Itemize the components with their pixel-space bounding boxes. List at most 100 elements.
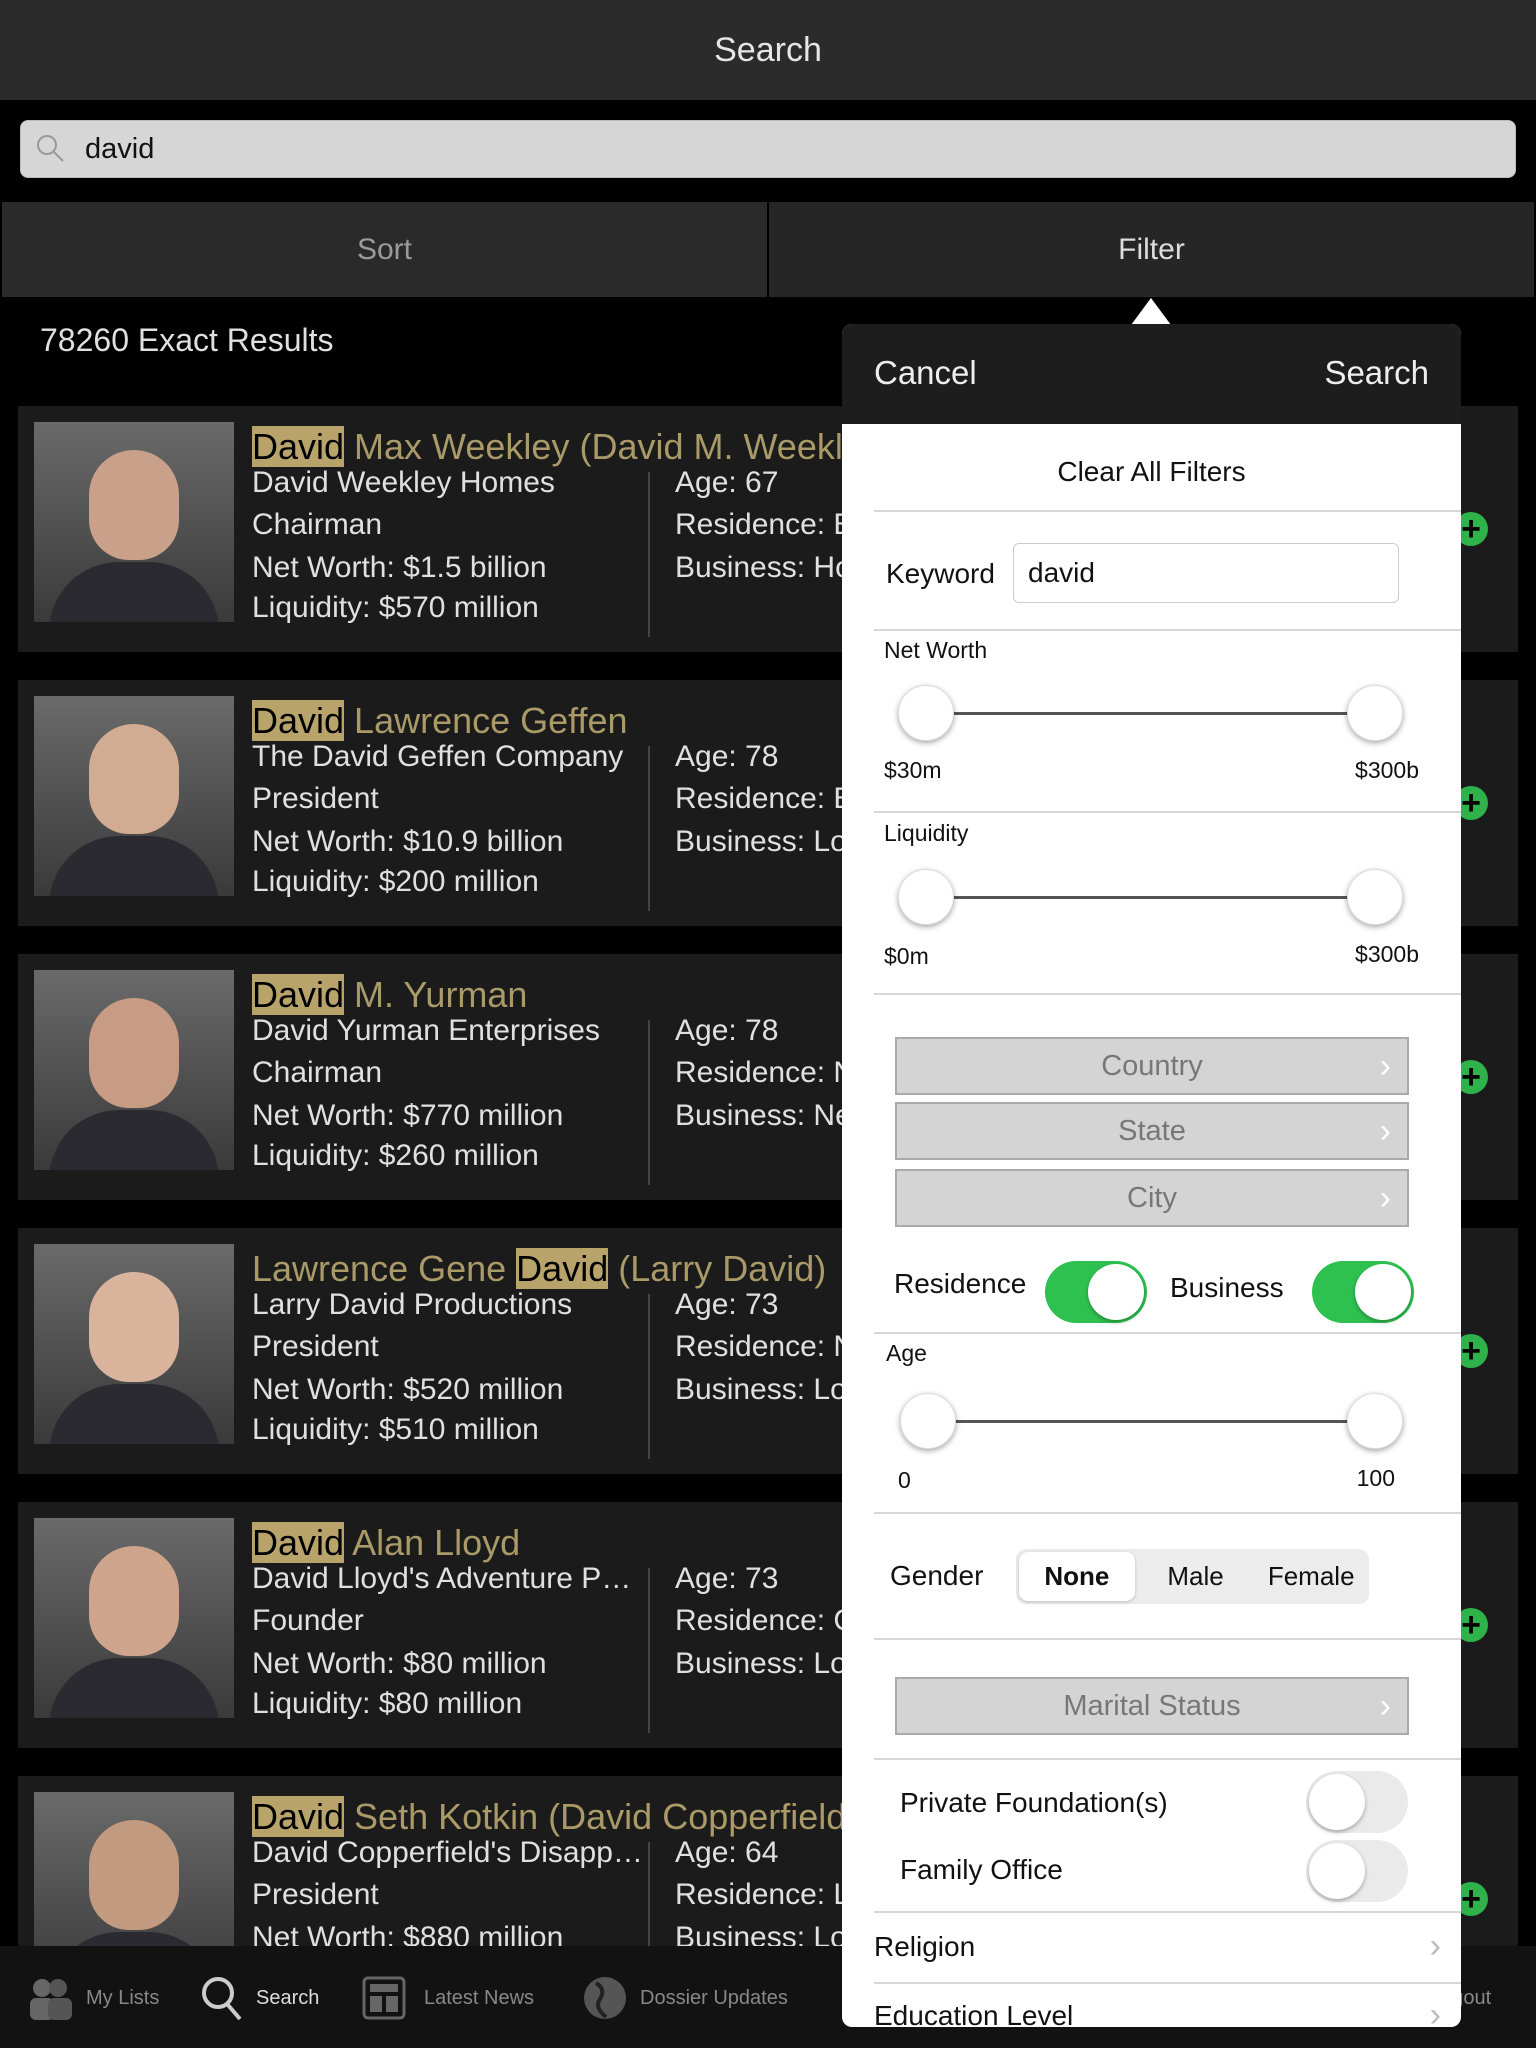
newspaper-icon <box>362 1976 406 2020</box>
person-name[interactable]: David Lawrence Geffen <box>252 700 628 742</box>
person-name[interactable]: David Seth Kotkin (David Copperfield <box>252 1796 846 1838</box>
family-office-label: Family Office <box>900 1854 1063 1885</box>
liquidity-max: $300b <box>1355 941 1419 967</box>
filter-tab[interactable]: Filter <box>769 202 1534 297</box>
clear-all-filters-button[interactable]: Clear All Filters <box>842 456 1461 488</box>
keyword-input[interactable]: david <box>1013 543 1399 603</box>
gender-female[interactable]: Female <box>1253 1549 1369 1604</box>
company: The David Geffen Company <box>252 740 624 773</box>
age: Age: 67 <box>675 466 779 499</box>
divider <box>874 993 1461 995</box>
residence: Residence: N <box>675 1056 856 1089</box>
private-foundation-toggle[interactable] <box>1306 1771 1408 1833</box>
business: Business: Lo <box>675 825 847 858</box>
residence-toggle[interactable] <box>1045 1261 1147 1323</box>
search-input[interactable] <box>85 121 1485 177</box>
net-worth: Net Worth: $770 million <box>252 1099 564 1132</box>
liquidity: Liquidity: $80 million <box>252 1687 523 1720</box>
search-icon <box>37 135 64 162</box>
family-office-toggle[interactable] <box>1306 1840 1408 1902</box>
age: Age: 78 <box>675 1014 779 1047</box>
net-worth-max-handle[interactable] <box>1347 685 1403 741</box>
column-divider <box>648 1294 650 1459</box>
tab-my-lists[interactable]: My Lists <box>26 1976 159 2020</box>
divider <box>874 510 1461 512</box>
liquidity-max-handle[interactable] <box>1347 869 1403 925</box>
business-toggle[interactable] <box>1312 1261 1414 1323</box>
name-text: Lawrence Geffen <box>344 700 628 741</box>
chevron-right-icon: › <box>1429 1996 1441 2027</box>
tab-label: Latest News <box>424 1986 535 2009</box>
people-icon <box>30 1979 72 2020</box>
marital-status-button[interactable]: Marital Status › <box>895 1677 1409 1735</box>
company: David Lloyd's Adventure P… <box>252 1562 632 1595</box>
city-button[interactable]: City › <box>895 1169 1409 1227</box>
tab-dossier-updates[interactable]: Dossier Updates <box>582 1976 788 2020</box>
age: Age: 73 <box>675 1288 779 1321</box>
liquidity-min-handle[interactable] <box>898 869 954 925</box>
company: David Copperfield's Disapp… <box>252 1836 643 1869</box>
gender-none[interactable]: None <box>1019 1552 1135 1601</box>
liquidity-slider[interactable] <box>926 896 1375 899</box>
net-worth-max: $300b <box>1355 757 1419 783</box>
sort-tab[interactable]: Sort <box>2 202 767 297</box>
divider <box>874 1758 1461 1760</box>
job-title: President <box>252 782 379 815</box>
liquidity: Liquidity: $570 million <box>252 591 539 624</box>
search-button[interactable]: Search <box>1324 354 1429 392</box>
age: Age: 78 <box>675 740 779 773</box>
country-button[interactable]: Country › <box>895 1037 1409 1095</box>
sort-filter-control: Sort Filter <box>2 202 1534 297</box>
name-text: (Larry David) <box>608 1248 827 1289</box>
age-slider[interactable] <box>926 1420 1375 1423</box>
column-divider <box>648 1568 650 1733</box>
person-name[interactable]: David M. Yurman <box>252 974 527 1016</box>
net-worth-min-handle[interactable] <box>898 685 954 741</box>
search-bar[interactable] <box>20 120 1516 178</box>
profile-photo <box>34 1518 234 1718</box>
tab-search[interactable]: Search <box>200 1976 319 2021</box>
search-highlight: David <box>252 1796 345 1837</box>
chevron-right-icon: › <box>1379 1687 1391 1725</box>
age-max-handle[interactable] <box>1347 1393 1403 1449</box>
marital-status-label: Marital Status <box>1063 1690 1241 1722</box>
job-title: Founder <box>252 1604 364 1637</box>
name-text: Seth Kotkin (David Copperfield <box>344 1796 847 1837</box>
profile-photo <box>34 422 234 622</box>
globe-icon <box>584 1977 626 2019</box>
gender-male[interactable]: Male <box>1138 1549 1254 1604</box>
gender-segmented-control: None Male Female <box>1016 1549 1369 1604</box>
divider <box>874 629 1461 631</box>
gender-label: Gender <box>890 1560 984 1591</box>
liquidity: Liquidity: $260 million <box>252 1139 539 1172</box>
residence-label: Residence <box>894 1268 1027 1299</box>
state-button[interactable]: State › <box>895 1102 1409 1160</box>
residence: Residence: L <box>675 1878 851 1911</box>
divider <box>874 811 1461 813</box>
company: David Weekley Homes <box>252 466 555 499</box>
religion-row[interactable]: Religion › <box>874 1927 1461 1981</box>
popover-header: Cancel Search <box>842 324 1461 424</box>
business: Business: Ne <box>675 1099 852 1132</box>
divider <box>874 1512 1461 1514</box>
results-count: 78260 Exact Results <box>40 322 334 358</box>
chevron-right-icon: › <box>1379 1047 1391 1085</box>
person-name[interactable]: David Max Weekley (David M. Weekl <box>252 426 843 468</box>
liquidity: Liquidity: $200 million <box>252 865 539 898</box>
net-worth: Net Worth: $80 million <box>252 1647 547 1680</box>
age: Age: 73 <box>675 1562 779 1595</box>
company: David Yurman Enterprises <box>252 1014 600 1047</box>
tab-latest-news[interactable]: Latest News <box>362 1976 534 2020</box>
education-level-row[interactable]: Education Level › <box>874 1996 1461 2027</box>
age-min-handle[interactable] <box>900 1393 956 1449</box>
name-text: Alan Lloyd <box>344 1522 521 1563</box>
cancel-button[interactable]: Cancel <box>874 354 977 392</box>
private-foundation-label: Private Foundation(s) <box>900 1787 1168 1818</box>
person-name[interactable]: David Alan Lloyd <box>252 1522 520 1564</box>
keyword-label: Keyword <box>886 558 995 589</box>
person-name[interactable]: Lawrence Gene David (Larry David) <box>252 1248 826 1290</box>
city-label: City <box>1127 1182 1177 1214</box>
net-worth-slider[interactable] <box>926 712 1375 715</box>
business: Business: Lo <box>675 1373 847 1406</box>
search-highlight: David <box>252 700 345 741</box>
